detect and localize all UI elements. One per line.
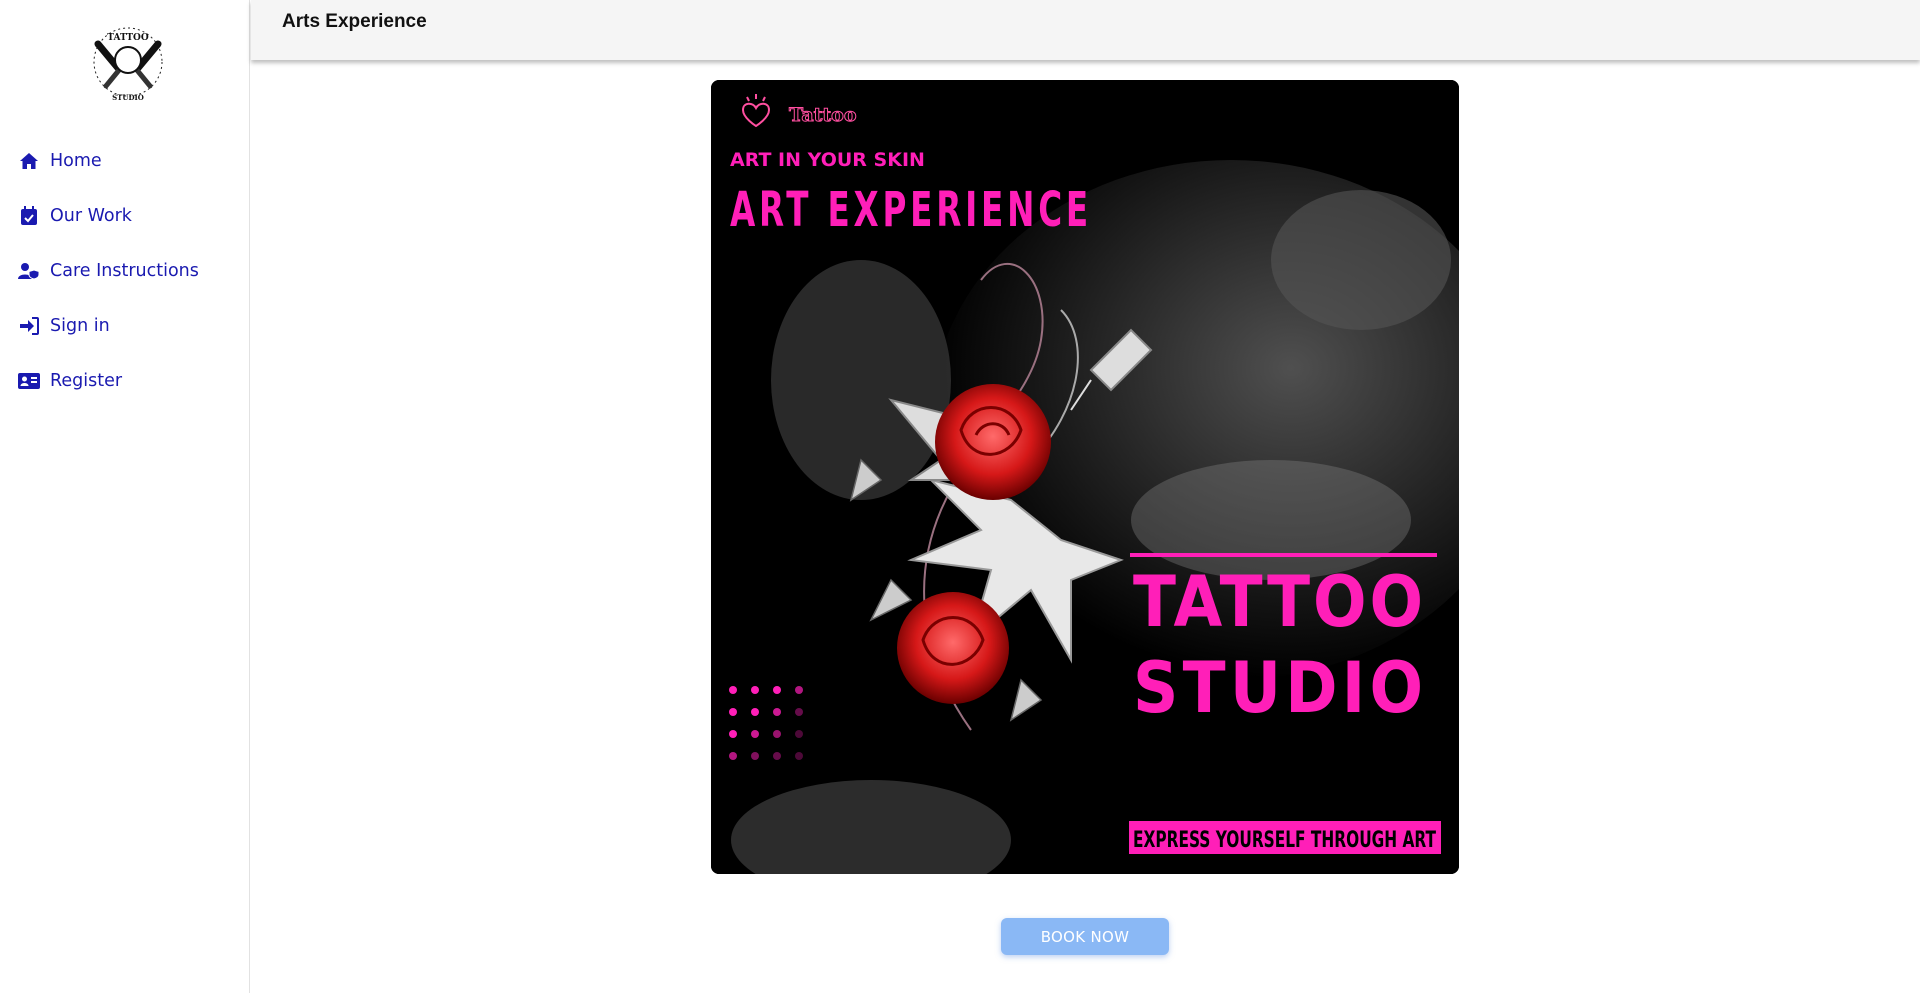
sidebar-item-label: Home xyxy=(50,150,102,171)
rose-top xyxy=(935,384,1051,500)
poster-headline: ART EXPERIENCE xyxy=(730,182,1092,238)
id-card-icon xyxy=(18,370,40,392)
book-now-button[interactable]: BOOK NOW xyxy=(1001,918,1169,955)
poster-title-studio: STUDIO xyxy=(1133,647,1423,729)
sidebar-item-label: Register xyxy=(50,370,123,391)
calendar-check-icon xyxy=(18,205,40,227)
poster-tagline: ART IN YOUR SKIN xyxy=(730,149,925,171)
svg-text:STUDIO: STUDIO xyxy=(112,93,144,102)
sidebar-item-register[interactable]: Register xyxy=(0,353,250,408)
home-icon xyxy=(18,150,40,172)
sign-in-icon xyxy=(18,315,40,337)
studio-logo[interactable]: TATTOO STUDIO xyxy=(84,24,172,104)
poster-title-tattoo: TATTOO xyxy=(1133,561,1423,643)
user-shield-icon xyxy=(18,260,40,282)
top-bar: Arts Experience xyxy=(251,0,1920,60)
sidebar-item-sign-in[interactable]: Sign in xyxy=(0,298,250,353)
sidebar: TATTOO STUDIO Home Our Work Care Instruc… xyxy=(0,0,250,993)
sidebar-item-label: Care Instructions xyxy=(50,260,199,281)
sidebar-item-label: Our Work xyxy=(50,205,132,226)
svg-text:Tattoo: Tattoo xyxy=(789,104,857,126)
sidebar-item-our-work[interactable]: Our Work xyxy=(0,188,250,243)
rose-bottom xyxy=(897,592,1009,704)
poster-footer-text: EXPRESS YOURSELF THROUGH ART xyxy=(1133,828,1436,853)
title-divider xyxy=(1130,553,1437,557)
sidebar-item-home[interactable]: Home xyxy=(0,133,250,188)
page-title: Arts Experience xyxy=(282,11,427,32)
svg-text:TATTOO: TATTOO xyxy=(107,33,149,43)
sidebar-item-label: Sign in xyxy=(50,315,110,336)
sidebar-nav: Home Our Work Care Instructions Sign in … xyxy=(0,133,250,408)
tattoo-studio-poster: Tattoo ART IN YOUR SKIN ART EXPERIENCE T… xyxy=(711,80,1459,874)
sidebar-item-care-instructions[interactable]: Care Instructions xyxy=(0,243,250,298)
